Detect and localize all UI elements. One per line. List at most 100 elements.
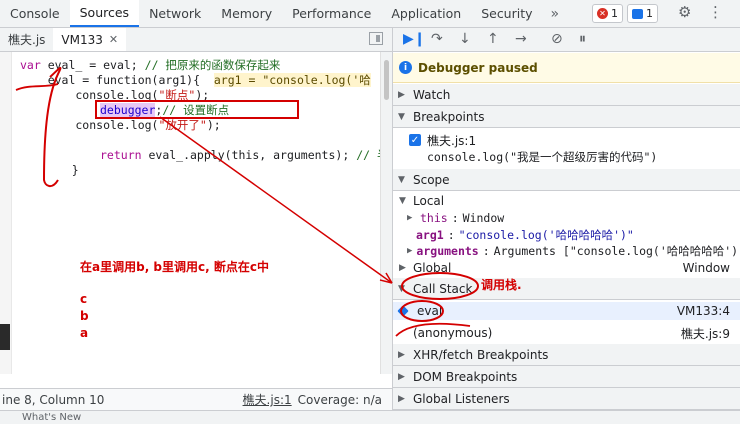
info-icon: i bbox=[399, 61, 412, 74]
prop-name: arg1 bbox=[416, 228, 444, 242]
breakpoint-file: 樵夫.js:1 bbox=[427, 133, 477, 148]
editor-status-bar: ine 8, Column 10 樵夫.js:1 Coverage: n/a bbox=[0, 388, 392, 410]
annotation-b: b bbox=[80, 309, 89, 323]
annotation-a: a bbox=[80, 326, 89, 340]
expand-arrow-icon: ▶ bbox=[399, 263, 406, 273]
section-title: Scope bbox=[413, 172, 450, 187]
close-icon[interactable]: ✕ bbox=[109, 33, 118, 46]
step-out-icon[interactable]: ↑ bbox=[487, 31, 499, 47]
annotation-c: c bbox=[80, 292, 88, 306]
expand-arrow-icon: ▶ bbox=[398, 89, 405, 100]
tab-memory[interactable]: Memory bbox=[211, 0, 282, 27]
checkbox-checked-icon[interactable]: ✓ bbox=[409, 134, 421, 146]
source-file-link[interactable]: 樵夫.js:1 bbox=[243, 391, 292, 408]
drawer-tab-label[interactable]: What's New bbox=[22, 411, 81, 425]
section-title: DOM Breakpoints bbox=[413, 369, 518, 384]
toggle-debugger-pane-icon[interactable] bbox=[369, 32, 383, 45]
collapse-arrow-icon: ▼ bbox=[399, 196, 406, 206]
code-line-7: } bbox=[44, 163, 79, 177]
breakpoint-code-text: console.log("我是一个超级厉害的代码") bbox=[427, 150, 658, 164]
current-frame-icon bbox=[397, 305, 409, 317]
code-line-5: console.log("放开了"); bbox=[20, 118, 221, 132]
scope-global[interactable]: ▶ Global Window bbox=[393, 259, 740, 277]
prop-name: arguments bbox=[416, 244, 479, 258]
section-title: XHR/fetch Breakpoints bbox=[413, 347, 549, 362]
message-count: 1 bbox=[646, 7, 653, 20]
section-title: Breakpoints bbox=[413, 109, 485, 124]
call-frame[interactable]: (anonymous) 樵夫.js:9 bbox=[393, 324, 740, 342]
tab-security[interactable]: Security bbox=[471, 0, 542, 27]
code-line-2: eval = function(arg1){ arg1 = "console.l… bbox=[20, 73, 371, 87]
gear-icon[interactable]: ⚙ bbox=[678, 3, 691, 21]
error-icon: ✕ bbox=[597, 8, 608, 19]
step-over-icon[interactable]: ↷ bbox=[431, 31, 443, 47]
scope-local-label: Local bbox=[413, 194, 445, 208]
cursor-position: ine 8, Column 10 bbox=[2, 392, 105, 407]
section-watch[interactable]: ▶ Watch bbox=[393, 84, 740, 106]
line-gutter bbox=[0, 52, 12, 374]
debugger-paused-banner: i Debugger paused bbox=[393, 53, 740, 83]
gutter-marker bbox=[0, 324, 10, 350]
message-icon bbox=[632, 8, 643, 19]
expand-arrow-icon: ▶ bbox=[398, 393, 405, 404]
collapse-arrow-icon: ▼ bbox=[398, 111, 405, 122]
call-frame[interactable]: eval VM133:4 bbox=[393, 302, 740, 320]
call-frame-name: (anonymous) bbox=[413, 326, 493, 340]
message-count-badge[interactable]: 1 bbox=[627, 4, 658, 23]
file-tab-label: 樵夫.js bbox=[8, 33, 46, 47]
breakpoint-item[interactable]: ✓ 樵夫.js:1 bbox=[393, 131, 740, 149]
section-title: Global Listeners bbox=[413, 391, 510, 406]
scope-local[interactable]: ▼ Local bbox=[393, 192, 740, 210]
expand-arrow-icon: ▶ bbox=[407, 246, 413, 256]
call-frame-location: 樵夫.js:9 bbox=[680, 326, 730, 341]
prop-value: Arguments ["console.log('哈哈哈哈哈')", bbox=[493, 244, 740, 258]
kebab-menu-icon[interactable]: ⋮ bbox=[708, 3, 723, 21]
file-tab-bar: 樵夫.js VM133 ✕ bbox=[0, 28, 392, 52]
code-line-4: debugger;// 设置断点 bbox=[100, 103, 230, 117]
section-dom-breakpoints[interactable]: ▶ DOM Breakpoints bbox=[393, 366, 740, 388]
file-tab-qiaofu[interactable]: 樵夫.js bbox=[0, 28, 53, 51]
annotation-explain: 在a里调用b, b里调用c, 断点在c中 bbox=[80, 260, 269, 274]
code-line-1: var eval_ = eval; // 把原来的函数保存起来 bbox=[20, 58, 281, 72]
collapse-arrow-icon: ▼ bbox=[398, 174, 405, 185]
expand-arrow-icon: ▶ bbox=[398, 349, 405, 360]
pause-on-exceptions-icon[interactable]: ⏸ bbox=[579, 31, 586, 47]
debugger-toolbar: ▶❙ ↷ ↓ ↑ → ⊘ ⏸ bbox=[393, 28, 740, 52]
tab-performance[interactable]: Performance bbox=[282, 0, 381, 27]
error-count: 1 bbox=[611, 7, 618, 20]
drawer-bar: What's New bbox=[0, 410, 740, 424]
prop-name: this bbox=[420, 211, 448, 225]
tab-network[interactable]: Network bbox=[139, 0, 211, 27]
more-tabs-button[interactable]: » bbox=[543, 0, 568, 27]
tab-sources[interactable]: Sources bbox=[69, 0, 140, 27]
inline-value-hint: arg1 = "console.log('哈 bbox=[213, 73, 371, 87]
section-scope[interactable]: ▼ Scope bbox=[393, 169, 740, 191]
section-global-listeners[interactable]: ▶ Global Listeners bbox=[393, 388, 740, 410]
tab-application[interactable]: Application bbox=[381, 0, 471, 27]
deactivate-breakpoints-icon[interactable]: ⊘ bbox=[551, 31, 563, 47]
code-editor[interactable]: var eval_ = eval; // 把原来的函数保存起来 eval = f… bbox=[12, 52, 380, 374]
code-line-6: return eval_.apply(this, arguments); // … bbox=[100, 148, 380, 162]
error-count-badge[interactable]: ✕ 1 bbox=[592, 4, 623, 23]
tab-console[interactable]: Console bbox=[0, 0, 70, 27]
scope-global-value: Window bbox=[682, 261, 730, 275]
section-call-stack[interactable]: ▼ Call Stack bbox=[393, 278, 740, 300]
call-frame-name: eval bbox=[417, 304, 443, 318]
resume-icon[interactable]: ▶❙ bbox=[403, 31, 426, 47]
coverage-status: Coverage: n/a bbox=[297, 392, 382, 407]
scope-arguments[interactable]: ▶ arguments: Arguments ["console.log('哈哈… bbox=[393, 242, 740, 260]
file-tab-vm133[interactable]: VM133 ✕ bbox=[53, 28, 127, 51]
step-icon[interactable]: → bbox=[515, 31, 527, 47]
section-title: Watch bbox=[413, 87, 451, 102]
breakpoint-code: console.log("我是一个超级厉害的代码") bbox=[393, 148, 740, 166]
code-line-3: console.log("断点"); bbox=[20, 88, 210, 102]
step-into-icon[interactable]: ↓ bbox=[459, 31, 471, 47]
section-xhr-breakpoints[interactable]: ▶ XHR/fetch Breakpoints bbox=[393, 344, 740, 366]
scope-this[interactable]: ▶ this: Window bbox=[393, 209, 740, 227]
prop-value: Window bbox=[462, 211, 505, 225]
prop-value: "console.log('哈哈哈哈哈')" bbox=[458, 228, 634, 242]
expand-arrow-icon: ▶ bbox=[398, 371, 405, 382]
editor-scrollbar[interactable] bbox=[380, 52, 392, 374]
expand-arrow-icon: ▶ bbox=[407, 213, 413, 223]
section-breakpoints[interactable]: ▼ Breakpoints bbox=[393, 106, 740, 128]
